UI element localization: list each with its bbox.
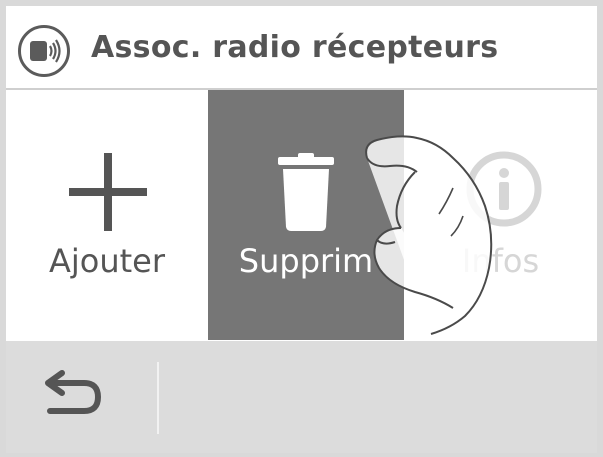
delete-label: Supprim — [238, 242, 374, 280]
action-tiles: Ajouter Supprim Infos — [6, 90, 597, 340]
back-arrow-icon — [45, 370, 102, 414]
header: Assoc. radio récepteurs — [6, 6, 597, 90]
info-button[interactable]: Infos — [404, 90, 597, 340]
delete-button[interactable]: Supprim — [208, 90, 404, 340]
add-label: Ajouter — [48, 242, 166, 280]
trash-icon — [278, 153, 334, 231]
radio-signal-icon — [18, 25, 70, 77]
footer-bar — [6, 341, 597, 453]
add-button[interactable]: Ajouter — [6, 90, 208, 340]
info-label: Infos — [461, 242, 540, 280]
back-button[interactable] — [36, 369, 106, 425]
info-icon — [466, 151, 542, 227]
page-title: Assoc. radio récepteurs — [91, 30, 499, 65]
footer-divider — [157, 362, 159, 434]
plus-icon — [69, 153, 147, 231]
